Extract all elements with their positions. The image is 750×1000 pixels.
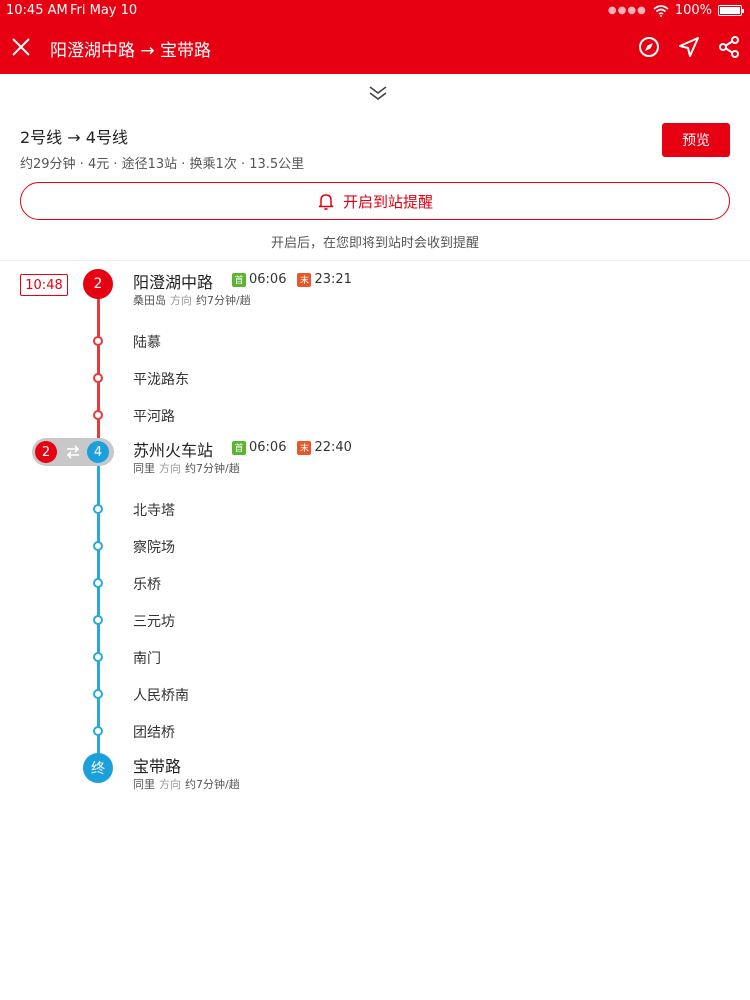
transfer-from-line: 2 <box>35 441 57 463</box>
arrival-reminder-button[interactable]: 开启到站提醒 <box>20 182 730 220</box>
transfer-station-direction: 同里 方向 约7分钟/趟 <box>133 460 240 476</box>
status-right: ●●●● 100% <box>607 3 744 18</box>
end-station-name[interactable]: 宝带路 <box>133 753 181 777</box>
last-train-time: 23:21 <box>314 272 352 287</box>
battery-percent: 100% <box>674 3 712 18</box>
stop-node <box>93 652 103 662</box>
route-summary-meta: 约29分钟 · 4元 · 途径13站 · 换乘1次 · 13.5公里 <box>20 157 305 172</box>
direction-terminal: 同里 <box>133 778 155 791</box>
header-bar: 10:45 AM Fri May 10 ●●●● 100% 阳澄湖中路 → 宝带… <box>0 0 750 74</box>
reminder-note: 开启后，在您即将到站时会收到提醒 <box>270 236 479 251</box>
stop-name[interactable]: 察院场 <box>133 537 175 557</box>
start-station-name[interactable]: 阳澄湖中路 <box>133 269 213 293</box>
wifi-icon <box>653 4 669 17</box>
stop-name[interactable]: 陆慕 <box>133 332 161 352</box>
battery-icon <box>718 5 744 16</box>
first-train-time: 06:06 <box>249 272 287 287</box>
stop-node <box>93 689 103 699</box>
direction-word: 方向 <box>170 294 192 307</box>
stop-name[interactable]: 乐桥 <box>133 574 161 594</box>
stop-name[interactable]: 平泷路东 <box>133 369 189 389</box>
first-train-tag: 首 <box>232 440 246 455</box>
direction-terminal: 同里 <box>133 462 155 475</box>
last-train-tag: 末 <box>297 440 312 455</box>
end-station-direction: 同里 方向 约7分钟/趟 <box>133 776 240 792</box>
preview-button[interactable]: 预览 <box>662 123 730 157</box>
stop-node <box>93 504 103 514</box>
departure-time-badge: 10:48 <box>20 274 68 296</box>
route-title: 阳澄湖中路 → 宝带路 <box>50 41 212 61</box>
navbar: 阳澄湖中路 → 宝带路 <box>0 28 750 68</box>
transfer-to-line: 4 <box>87 441 109 463</box>
stop-name[interactable]: 三元坊 <box>133 611 175 631</box>
status-date: Fri May 10 <box>70 3 138 18</box>
close-icon[interactable] <box>8 34 34 60</box>
compass-icon[interactable] <box>636 34 662 60</box>
direction-word: 方向 <box>159 462 181 475</box>
last-train-time: 22:40 <box>314 440 352 455</box>
direction-word: 方向 <box>159 778 181 791</box>
train-interval: 约7分钟/趟 <box>196 294 251 307</box>
end-node: 终 <box>83 753 113 783</box>
stop-node <box>93 336 103 346</box>
start-station-direction: 桑田岛 方向 约7分钟/趟 <box>133 292 251 308</box>
stop-node <box>93 541 103 551</box>
stop-node <box>93 578 103 588</box>
stop-name[interactable]: 人民桥南 <box>133 685 189 705</box>
transfer-swap-icon <box>65 443 81 461</box>
arrival-reminder-label: 开启到站提醒 <box>342 192 433 211</box>
transfer-indicator: 2 4 <box>32 438 114 466</box>
navigate-arrow-icon[interactable] <box>676 34 702 60</box>
share-icon[interactable] <box>716 34 742 60</box>
train-interval: 约7分钟/趟 <box>185 462 240 475</box>
line-2-start-node: 2 <box>83 269 113 299</box>
stop-node <box>93 410 103 420</box>
first-train-tag: 首 <box>232 272 246 287</box>
transfer-station-name[interactable]: 苏州火车站 <box>133 437 213 461</box>
line-2-track <box>97 284 100 452</box>
route-summary-title: 2号线 → 4号线 <box>20 128 128 147</box>
direction-terminal: 桑田岛 <box>133 294 166 307</box>
bell-icon <box>318 194 334 210</box>
stop-name[interactable]: 平河路 <box>133 406 175 426</box>
transfer-station-times: 首 06:06 末 22:40 <box>232 440 352 455</box>
start-station-times: 首 06:06 末 23:21 <box>232 272 352 287</box>
stop-node <box>93 726 103 736</box>
nav-actions <box>636 34 742 60</box>
signal-dots-icon: ●●●● <box>607 5 647 16</box>
line-4-track <box>97 452 100 768</box>
stop-name[interactable]: 团结桥 <box>133 722 175 742</box>
collapse-chevron-icon[interactable] <box>366 84 390 102</box>
status-bar: 10:45 AM Fri May 10 ●●●● 100% <box>0 0 750 22</box>
stop-name[interactable]: 南门 <box>133 648 161 668</box>
last-train-tag: 末 <box>297 272 312 287</box>
stop-node <box>93 615 103 625</box>
stop-node <box>93 373 103 383</box>
divider <box>0 260 750 261</box>
train-interval: 约7分钟/趟 <box>185 778 240 791</box>
status-time: 10:45 AM <box>6 3 68 18</box>
first-train-time: 06:06 <box>249 440 287 455</box>
stop-name[interactable]: 北寺塔 <box>133 500 175 520</box>
